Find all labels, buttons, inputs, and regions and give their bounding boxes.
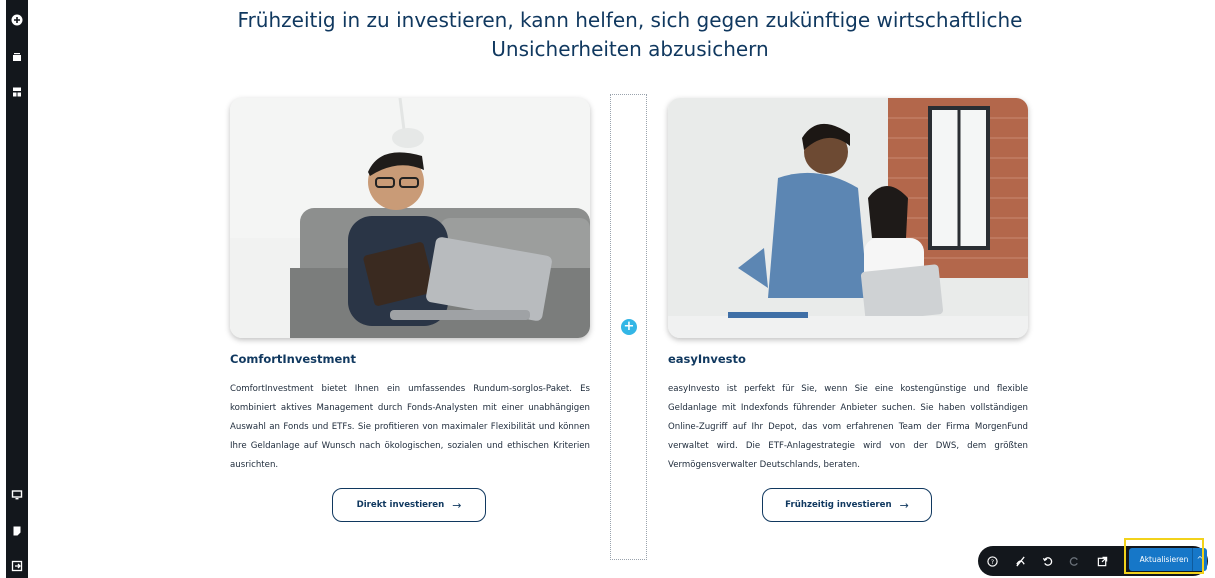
direkt-investieren-button[interactable]: Direkt investieren → [332,488,486,522]
add-element-button[interactable]: + [621,319,637,335]
button-label: Direkt investieren [356,500,445,510]
card-image-man-with-laptop [230,98,590,338]
card-image-two-people-at-laptop [668,98,1028,338]
product-card-easyinvesto: easyInvesto easyInvesto ist perfekt für … [668,98,1028,522]
card-title: easyInvesto [668,352,746,366]
product-card-comfortinvestment: ComfortInvestment ComfortInvestment biet… [230,98,590,522]
card-title: ComfortInvestment [230,352,356,366]
monitor-icon[interactable] [6,484,28,506]
chevron-up-icon[interactable]: ^ [1192,548,1207,571]
no-preview-icon[interactable] [1012,553,1028,569]
button-label: Frühzeitig investieren [785,500,892,510]
undo-icon[interactable] [1039,553,1055,569]
redo-icon[interactable] [1066,553,1082,569]
editor-sidebar [0,0,34,578]
layers-icon[interactable] [6,46,28,68]
external-link-icon[interactable] [1094,553,1110,569]
card-description: easyInvesto ist perfekt für Sie, wenn Si… [668,384,1028,470]
help-icon[interactable]: ? [984,553,1000,569]
page-icon[interactable] [6,520,28,542]
page-heading: Frühzeitig in zu investieren, kann helfe… [237,8,1023,61]
columns-icon[interactable] [6,81,28,103]
arrow-right-icon: → [452,498,462,512]
plus-circle-icon[interactable] [6,9,28,31]
fruehzeitig-investieren-button[interactable]: Frühzeitig investieren → [762,488,932,522]
svg-text:?: ? [990,557,993,565]
card-description: ComfortInvestment bietet Ihnen ein umfas… [230,384,590,470]
aktualisieren-button[interactable]: Aktualisieren [1129,548,1199,571]
exit-icon[interactable] [6,555,28,577]
arrow-right-icon: → [899,498,909,512]
